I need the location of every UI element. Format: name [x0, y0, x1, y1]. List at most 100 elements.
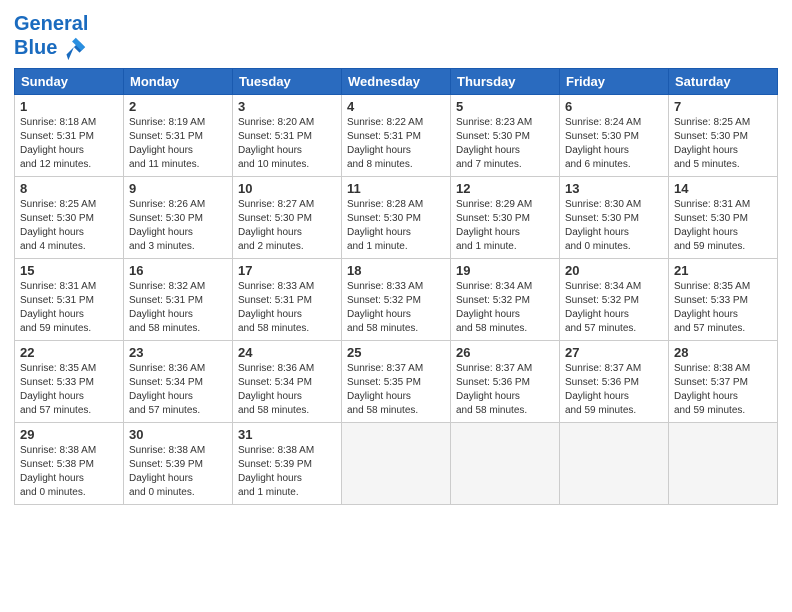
sunrise-text: Sunrise: 8:20 AM	[238, 117, 314, 128]
sunset-text: Sunset: 5:36 PM	[565, 377, 639, 388]
day-number: 22	[20, 345, 118, 360]
daylight-label: Daylight hours	[674, 227, 738, 238]
calendar-cell: 10Sunrise: 8:27 AMSunset: 5:30 PMDayligh…	[233, 177, 342, 259]
calendar-cell: 6Sunrise: 8:24 AMSunset: 5:30 PMDaylight…	[560, 95, 669, 177]
sunset-text: Sunset: 5:37 PM	[674, 377, 748, 388]
daylight-duration: and 58 minutes.	[129, 323, 200, 334]
daylight-label: Daylight hours	[347, 391, 411, 402]
daylight-duration: and 2 minutes.	[238, 241, 304, 252]
daylight-label: Daylight hours	[238, 227, 302, 238]
day-number: 23	[129, 345, 227, 360]
sunset-text: Sunset: 5:30 PM	[565, 213, 639, 224]
daylight-label: Daylight hours	[238, 473, 302, 484]
sunset-text: Sunset: 5:32 PM	[565, 295, 639, 306]
day-info: Sunrise: 8:29 AMSunset: 5:30 PMDaylight …	[456, 198, 554, 254]
sunset-text: Sunset: 5:33 PM	[674, 295, 748, 306]
sunset-text: Sunset: 5:30 PM	[674, 213, 748, 224]
sunrise-text: Sunrise: 8:38 AM	[674, 363, 750, 374]
calendar-cell: 13Sunrise: 8:30 AMSunset: 5:30 PMDayligh…	[560, 177, 669, 259]
sunrise-text: Sunrise: 8:35 AM	[674, 281, 750, 292]
day-info: Sunrise: 8:37 AM Sunset: 5:36 PM Daylight …	[565, 362, 663, 418]
daylight-duration: and 58 minutes.	[347, 323, 418, 334]
calendar-cell: 24Sunrise: 8:36 AMSunset: 5:34 PMDayligh…	[233, 341, 342, 423]
day-number: 8	[20, 181, 118, 196]
logo-blue: Blue	[14, 38, 57, 58]
day-number: 18	[347, 263, 445, 278]
daylight-duration: and 57 minutes.	[674, 323, 745, 334]
sunset-text: Sunset: 5:39 PM	[129, 459, 203, 470]
daylight-label: Daylight hours	[238, 145, 302, 156]
page: General Blue SundayMondayTuesdayWednesda…	[0, 0, 792, 612]
day-number: 13	[565, 181, 663, 196]
daylight-duration: and 59 minutes.	[674, 405, 745, 416]
sunrise-text: Sunrise: 8:33 AM	[238, 281, 314, 292]
sunrise-text: Sunrise: 8:34 AM	[565, 281, 641, 292]
calendar-cell: 5Sunrise: 8:23 AMSunset: 5:30 PMDaylight…	[451, 95, 560, 177]
sunrise-text: Sunrise: 8:35 AM	[20, 363, 96, 374]
calendar-cell: 14Sunrise: 8:31 AMSunset: 5:30 PMDayligh…	[669, 177, 778, 259]
daylight-label: Daylight hours	[565, 309, 629, 320]
daylight-label: Daylight hours	[456, 145, 520, 156]
day-number: 26	[456, 345, 554, 360]
daylight-label: Daylight hours	[565, 391, 629, 402]
calendar-cell: 19Sunrise: 8:34 AMSunset: 5:32 PMDayligh…	[451, 259, 560, 341]
daylight-label: Daylight hours	[674, 309, 738, 320]
daylight-duration: and 1 minute.	[456, 241, 517, 252]
calendar-cell: 4Sunrise: 8:22 AMSunset: 5:31 PMDaylight…	[342, 95, 451, 177]
sunset-text: Sunset: 5:30 PM	[20, 213, 94, 224]
calendar-cell: 7Sunrise: 8:25 AMSunset: 5:30 PMDaylight…	[669, 95, 778, 177]
daylight-label: Daylight hours	[456, 309, 520, 320]
daylight-label: Daylight hours	[456, 391, 520, 402]
weekday-header: Saturday	[669, 69, 778, 95]
weekday-header: Thursday	[451, 69, 560, 95]
sunrise-text: Sunrise: 8:27 AM	[238, 199, 314, 210]
day-info: Sunrise: 8:36 AMSunset: 5:34 PMDaylight …	[129, 362, 227, 418]
daylight-duration: and 1 minute.	[347, 241, 408, 252]
sunrise-text: Sunrise: 8:37 AM	[347, 363, 423, 374]
day-info: Sunrise: 8:34 AMSunset: 5:32 PMDaylight …	[456, 280, 554, 336]
day-info: Sunrise: 8:18 AMSunset: 5:31 PMDaylight …	[20, 116, 118, 172]
calendar-cell: 23 Sunrise: 8:36 AMSunset: 5:34 PMDayligh…	[124, 341, 233, 423]
day-info: Sunrise: 8:33 AMSunset: 5:32 PMDaylight …	[347, 280, 445, 336]
calendar-cell: 28Sunrise: 8:38 AMSunset: 5:37 PMDayligh…	[669, 341, 778, 423]
calendar-cell: 3Sunrise: 8:20 AMSunset: 5:31 PMDaylight…	[233, 95, 342, 177]
daylight-label: Daylight hours	[129, 145, 193, 156]
daylight-label: Daylight hours	[674, 391, 738, 402]
logo-text: General	[14, 14, 88, 34]
sunrise-text: Sunrise: 8:32 AM	[129, 281, 205, 292]
day-number: 20	[565, 263, 663, 278]
day-number: 27	[565, 345, 663, 360]
calendar-cell: 26Sunrise: 8:37 AMSunset: 5:36 PMDayligh…	[451, 341, 560, 423]
day-info: Sunrise: 8:36 AMSunset: 5:34 PMDaylight …	[238, 362, 336, 418]
daylight-duration: and 1 minute.	[238, 487, 299, 498]
sunrise-text: Sunrise: 8:23 AM	[456, 117, 532, 128]
sunrise-text: Sunrise: 8:37 AM	[456, 363, 532, 374]
daylight-label: Daylight hours	[347, 309, 411, 320]
day-number: 1	[20, 99, 118, 114]
day-info: Sunrise: 8:38 AM Sunset: 5:37 PM Daylight …	[674, 362, 772, 418]
calendar-cell: 16Sunrise: 8:32 AMSunset: 5:31 PMDayligh…	[124, 259, 233, 341]
calendar-cell: 15Sunrise: 8:31 AMSunset: 5:31 PMDayligh…	[15, 259, 124, 341]
sunrise-text: Sunrise: 8:31 AM	[674, 199, 750, 210]
day-info: Sunrise: 8:27 AMSunset: 5:30 PMDaylight …	[238, 198, 336, 254]
day-number: 5	[456, 99, 554, 114]
sunset-text: Sunset: 5:32 PM	[456, 295, 530, 306]
sunset-text: Sunset: 5:34 PM	[238, 377, 312, 388]
day-number: 25	[347, 345, 445, 360]
daylight-label: Daylight hours	[20, 309, 84, 320]
sunset-text: Sunset: 5:31 PM	[20, 131, 94, 142]
day-number: 21	[674, 263, 772, 278]
day-number: 7	[674, 99, 772, 114]
daylight-duration: and 8 minutes.	[347, 159, 413, 170]
day-info: Sunrise: 8:31 AM Sunset: 5:30 PM Daylight …	[674, 198, 772, 254]
day-info: Sunrise: 8:32 AMSunset: 5:31 PMDaylight …	[129, 280, 227, 336]
sunrise-text: Sunrise: 8:37 AM	[565, 363, 641, 374]
day-info: Sunrise: 8:37 AMSunset: 5:35 PMDaylight …	[347, 362, 445, 418]
sunrise-text: Sunrise: 8:19 AM	[129, 117, 205, 128]
calendar-cell	[342, 423, 451, 505]
daylight-label: Daylight hours	[20, 391, 84, 402]
daylight-label: Daylight hours	[129, 391, 193, 402]
day-number: 4	[347, 99, 445, 114]
calendar-cell: 2Sunrise: 8:19 AMSunset: 5:31 PMDaylight…	[124, 95, 233, 177]
calendar-cell: 12Sunrise: 8:29 AMSunset: 5:30 PMDayligh…	[451, 177, 560, 259]
